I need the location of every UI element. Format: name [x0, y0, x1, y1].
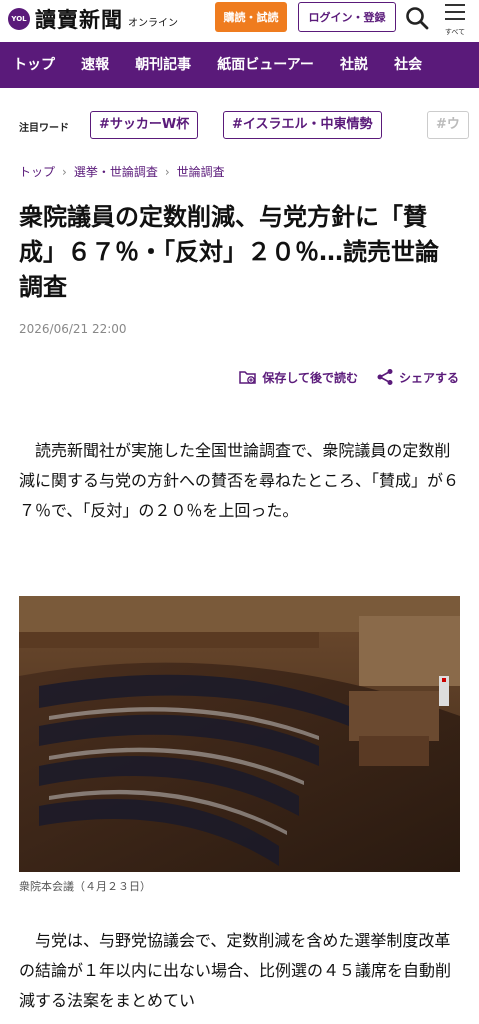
nav-item-morning[interactable]: 朝刊記事: [135, 42, 191, 88]
logo-badge: YOL: [8, 8, 30, 30]
logo-subtitle: オンライン: [128, 18, 178, 29]
chevron-right-icon: ›: [164, 165, 170, 179]
nav-item-society[interactable]: 社会: [394, 42, 422, 88]
site-header: YOL 讀賣新聞 オンライン 購読・試読 ログイン・登録 すべて: [0, 0, 479, 38]
share-label: シェアする: [398, 370, 459, 385]
article-title: 衆院議員の定数削減、与党方針に「賛成」６７％・「反対」２０％…読売世論調査: [19, 203, 439, 301]
site-logo[interactable]: YOL 讀賣新聞 オンライン: [8, 4, 178, 34]
nav-item-breaking[interactable]: 速報: [81, 42, 109, 88]
folder-add-icon: [239, 371, 257, 384]
keyword-tag[interactable]: #イスラエル・中東情勢: [223, 111, 382, 139]
article-actions: 保存して後で読む シェアする: [221, 368, 459, 386]
breadcrumb: トップ › 選挙・世論調査 › 世論調査: [19, 163, 225, 180]
category-nav: トップ 速報 朝刊記事 紙面ビューアー 社説 社会: [0, 42, 479, 88]
save-later-label: 保存して後で読む: [262, 370, 358, 385]
breadcrumb-item[interactable]: 世論調査: [177, 165, 225, 179]
logo-title: 讀賣新聞: [35, 7, 123, 32]
article-paragraph: 与党は、与野党協議会で、定数削減を含めた選挙制度改革の結論が１年以内に出ない場合…: [19, 931, 452, 1010]
nav-item-editorial[interactable]: 社説: [340, 42, 368, 88]
subscribe-button[interactable]: 購読・試読: [215, 2, 287, 32]
article-date: 2026/06/21 22:00: [19, 322, 127, 336]
photo-caption: 衆院本会議（４月２３日）: [19, 880, 151, 893]
keywords-label: 注目ワード: [19, 123, 69, 134]
chevron-right-icon: ›: [62, 165, 67, 179]
share-button[interactable]: シェアする: [376, 368, 459, 386]
save-later-button[interactable]: 保存して後で読む: [239, 369, 358, 386]
menu-button[interactable]: すべて: [441, 2, 469, 36]
article-lead: 読売新聞社が実施した全国世論調査で、衆院議員の定数削減に関する与党の方針への賛否…: [19, 441, 460, 520]
breadcrumb-item[interactable]: トップ: [19, 165, 55, 179]
keyword-tag[interactable]: #サッカーW杯: [90, 111, 199, 139]
article-photo: [19, 596, 460, 872]
search-icon[interactable]: [404, 5, 430, 31]
hamburger-icon: [445, 4, 465, 20]
menu-label: すべて: [444, 28, 466, 36]
nav-item-viewer[interactable]: 紙面ビューアー: [217, 42, 314, 88]
keyword-tag[interactable]: #ウ: [427, 111, 469, 139]
trending-keywords: 注目ワード #サッカーW杯 #イスラエル・中東情勢 #ウ: [0, 107, 479, 143]
breadcrumb-item[interactable]: 選挙・世論調査: [74, 165, 158, 179]
share-icon: [377, 369, 393, 385]
nav-item-top[interactable]: トップ: [13, 42, 55, 88]
login-button[interactable]: ログイン・登録: [298, 2, 396, 32]
